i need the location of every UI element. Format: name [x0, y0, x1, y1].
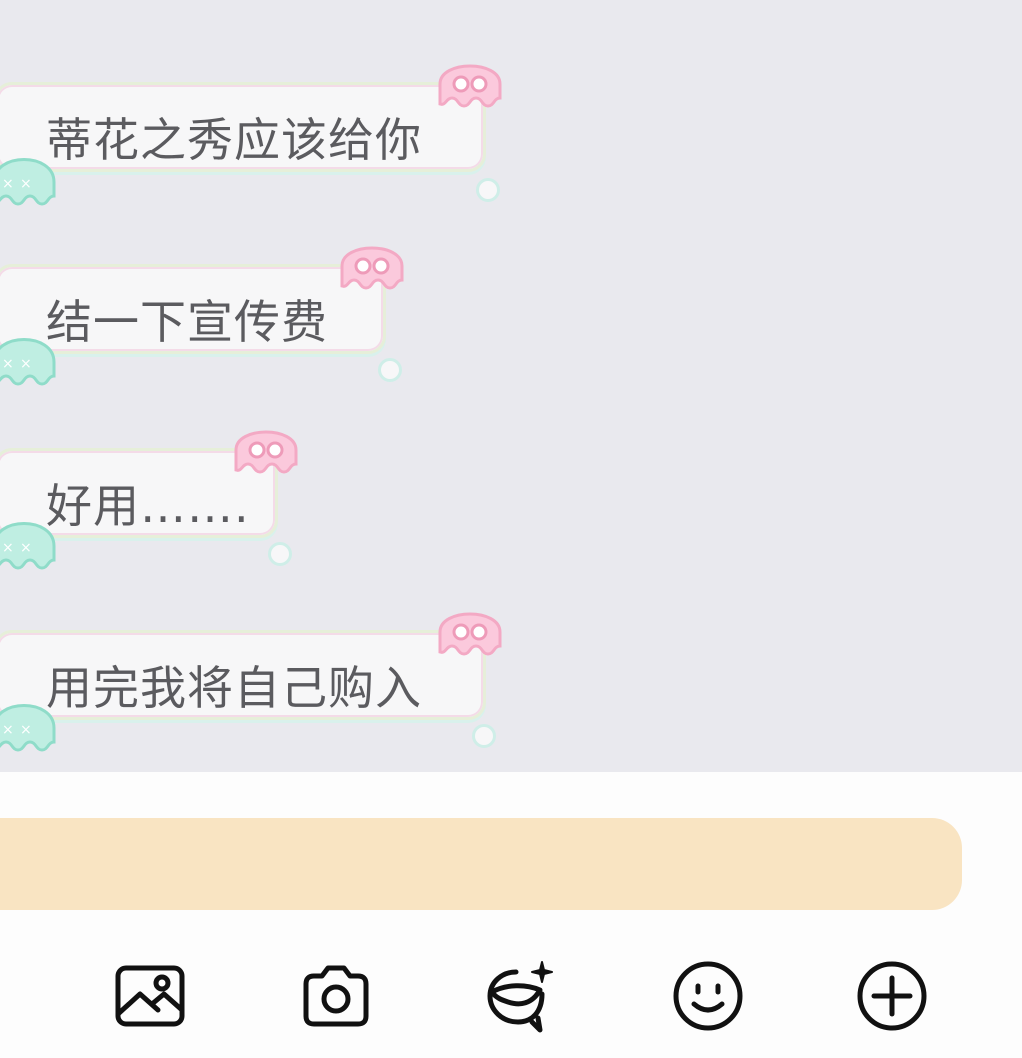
message-text: 蒂花之秀应该给你	[46, 113, 422, 167]
more-button[interactable]	[852, 956, 932, 1036]
sticker-button[interactable]	[480, 956, 560, 1036]
plus-circle-icon	[857, 961, 927, 1031]
message-bubble[interactable]: 好用……. × ×	[0, 424, 298, 570]
camera-button[interactable]	[296, 956, 376, 1036]
pink-squid-icon	[438, 64, 502, 108]
bubble-drip	[378, 358, 402, 382]
teal-squid-icon: × ×	[0, 522, 56, 570]
message-text: 好用…….	[46, 479, 250, 533]
message-bubble[interactable]: 结一下宣传费 × ×	[0, 240, 406, 386]
camera-icon	[303, 965, 369, 1027]
message-text: 用完我将自己购入	[46, 661, 422, 715]
svg-text:×: ×	[20, 356, 32, 372]
message-text: 结一下宣传费	[46, 295, 328, 349]
teal-squid-icon: × ×	[0, 704, 56, 752]
svg-text:×: ×	[20, 722, 32, 738]
pink-squid-icon	[438, 612, 502, 656]
svg-text:×: ×	[20, 540, 32, 556]
teal-squid-icon: × ×	[0, 338, 56, 386]
pink-squid-icon	[340, 246, 404, 290]
svg-text:×: ×	[2, 356, 14, 372]
bubble-drip	[268, 542, 292, 566]
teal-squid-icon: × ×	[0, 158, 56, 206]
image-icon	[115, 965, 185, 1027]
message-input[interactable]	[0, 818, 962, 910]
emoji-button[interactable]	[668, 956, 748, 1036]
svg-text:×: ×	[2, 722, 14, 738]
message-bubble[interactable]: 蒂花之秀应该给你 × ×	[0, 58, 506, 206]
pink-squid-icon	[234, 430, 298, 474]
svg-text:×: ×	[2, 540, 14, 556]
message-bubble[interactable]: 用完我将自己购入 × ×	[0, 606, 506, 752]
bubble-drip	[476, 178, 500, 202]
svg-text:×: ×	[2, 176, 14, 192]
bubble-drip	[472, 724, 496, 748]
smiley-icon	[673, 961, 743, 1031]
svg-text:×: ×	[20, 176, 32, 192]
chat-area[interactable]: 蒂花之秀应该给你 × × 结一下宣传费 × × 好用……. × × 用完我将自己…	[0, 0, 1022, 772]
input-bar	[0, 772, 1022, 1058]
sticker-spark-icon	[487, 961, 553, 1033]
image-button[interactable]	[110, 956, 190, 1036]
